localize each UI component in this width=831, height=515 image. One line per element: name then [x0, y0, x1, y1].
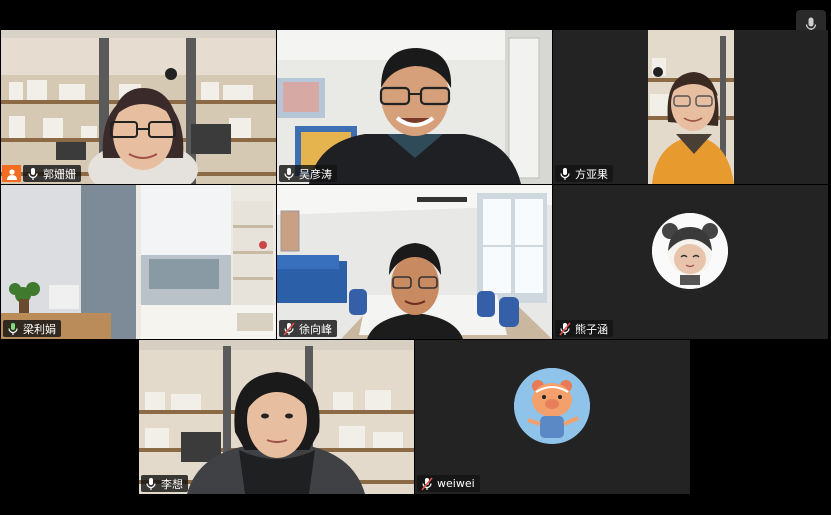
participant-name-tag: weiwei — [417, 475, 480, 492]
participant-name: 郭姗姗 — [43, 167, 76, 181]
participant-name: 熊子涵 — [575, 322, 608, 336]
participant-name: 徐向峰 — [299, 322, 332, 336]
participant-name-tag: 方亚果 — [555, 165, 613, 182]
video-tile-participant-2[interactable]: 吴彦涛 — [277, 30, 552, 184]
microphone-muted-icon — [559, 321, 571, 336]
participant-name-tag: 熊子涵 — [555, 320, 613, 337]
video-tile-participant-8[interactable]: weiwei — [415, 340, 690, 494]
participant-name-tag: 郭姗姗 — [23, 165, 81, 182]
person-icon — [6, 168, 17, 180]
participant-name-tag: 李想 — [141, 475, 188, 492]
participant-video — [1, 185, 276, 339]
host-badge — [2, 165, 21, 182]
video-tile-participant-7[interactable]: 李想 — [139, 340, 414, 494]
participant-video — [1, 30, 276, 184]
participant-video — [277, 30, 552, 184]
participant-avatar — [652, 213, 728, 289]
microphone-icon — [560, 167, 570, 180]
participant-name: 梁利娟 — [23, 322, 56, 336]
participant-name-tag: 吴彦涛 — [279, 165, 337, 182]
participant-name-tag: 梁利娟 — [3, 320, 61, 337]
participant-video — [139, 340, 414, 494]
microphone-muted-icon — [283, 321, 295, 336]
participant-name: weiwei — [437, 477, 475, 490]
participant-name: 方亚果 — [575, 167, 608, 181]
pig-avatar-image — [514, 368, 590, 444]
video-tile-participant-5[interactable]: 徐向峰 — [277, 185, 552, 339]
microphone-icon — [284, 167, 294, 180]
microphone-muted-icon — [421, 476, 433, 491]
video-tile-participant-3[interactable]: 方亚果 — [553, 30, 828, 184]
microphone-icon — [28, 167, 38, 180]
video-tile-participant-6[interactable]: 熊子涵 — [553, 185, 828, 339]
microphone-icon — [146, 477, 156, 490]
panda-avatar-image — [652, 213, 728, 289]
microphone-icon — [8, 322, 18, 335]
participant-video — [553, 30, 828, 184]
participant-name: 吴彦涛 — [299, 167, 332, 181]
participant-avatar — [514, 368, 590, 444]
participant-video — [277, 185, 552, 339]
participant-name-tag: 徐向峰 — [279, 320, 337, 337]
video-tile-participant-4[interactable]: 梁利娟 — [1, 185, 276, 339]
video-tile-participant-1[interactable]: 郭姗姗 — [1, 30, 276, 184]
participant-name: 李想 — [161, 477, 183, 491]
